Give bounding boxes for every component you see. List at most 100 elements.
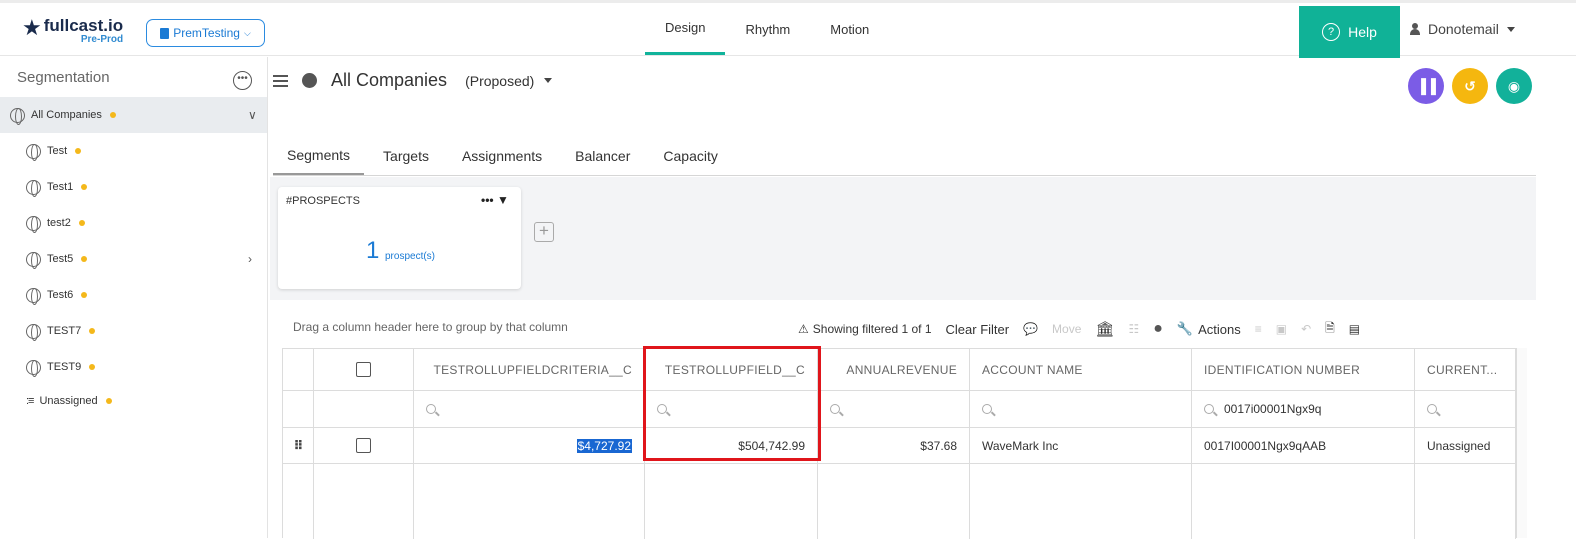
column-filter-input[interactable] [1415, 391, 1516, 427]
select-all-checkbox[interactable] [356, 362, 371, 377]
filter-icon[interactable]: ▼ [497, 193, 509, 207]
add-card-icon[interactable]: + [534, 222, 554, 242]
sidebar-item-unassigned[interactable]: :≡ Unassigned [0, 385, 267, 417]
top-bar: ★ fullcast.io Pre-Prod PremTesting ⌵ Des… [0, 0, 1576, 58]
more-options-icon[interactable]: ••• [233, 71, 252, 90]
columns-icon[interactable]: ▤ [1349, 322, 1360, 336]
sidebar-item-label: Test [47, 145, 68, 157]
chevron-right-icon[interactable]: › [248, 252, 252, 266]
tab-assignments[interactable]: Assignments [448, 137, 556, 175]
sidebar-item-test[interactable]: Test [0, 133, 267, 169]
column-header[interactable]: ANNUALREVENUE [818, 349, 970, 390]
preview-button[interactable]: ◉ [1496, 68, 1532, 104]
sidebar-item-label: test2 [47, 217, 71, 229]
column-header[interactable]: ACCOUNT NAME [970, 349, 1192, 390]
prospects-card[interactable]: #PROSPECTS ••• ▼ 1 prospect(s) [278, 187, 521, 289]
history-button[interactable]: ↺ [1452, 68, 1488, 104]
tab-balancer[interactable]: Balancer [561, 137, 644, 175]
nav-rhythm[interactable]: Rhythm [725, 3, 810, 55]
drag-handle-icon[interactable]: ⠿ [293, 438, 303, 454]
globe-icon [26, 143, 41, 161]
save-icon[interactable]: ▣ [1276, 322, 1287, 336]
search-icon [1427, 404, 1437, 414]
state-dropdown[interactable]: (Proposed) [465, 73, 534, 89]
globe-icon [10, 107, 25, 125]
table-cell[interactable]: $37.68 [818, 428, 970, 463]
column-header[interactable]: TESTROLLUPFIELD__C [645, 349, 818, 390]
sidebar-item-test1[interactable]: Test1 [0, 169, 267, 205]
column-header[interactable]: TESTROLLUPFIELDCRITERIA__C [414, 349, 645, 390]
header-actions: ▐▐ ↺ ◉ [1408, 68, 1532, 104]
nav-design[interactable]: Design [645, 3, 726, 55]
column-header[interactable]: IDENTIFICATION NUMBER [1192, 349, 1415, 390]
hierarchy-icon[interactable]: ☷ [1128, 322, 1139, 336]
user-menu[interactable]: Donotemail [1410, 21, 1515, 37]
status-dot [109, 112, 116, 118]
sidebar-item-test6[interactable]: Test6 [0, 277, 267, 313]
column-filter-input[interactable] [414, 391, 645, 427]
segment-tabs: Segments Targets Assignments Balancer Ca… [273, 137, 1536, 176]
grid-toolbar: ⚠ Showing filtered 1 of 1 Clear Filter 💬… [798, 318, 1374, 340]
tab-targets[interactable]: Targets [369, 137, 443, 175]
logo[interactable]: ★ fullcast.io Pre-Prod [22, 17, 123, 45]
chevron-down-icon: ⌵ [243, 27, 251, 38]
table-cell[interactable]: $4,727.92 [414, 428, 645, 463]
column-header[interactable]: CURRENT... [1415, 349, 1516, 390]
bar-chart-icon: ▐▐ [1416, 78, 1436, 94]
document-icon [160, 27, 170, 39]
page-header: All Companies (Proposed) [273, 70, 553, 91]
sidebar-item-test9[interactable]: TEST9 [0, 349, 267, 385]
more-icon[interactable]: ••• [481, 193, 494, 207]
globe-icon [26, 287, 41, 305]
table-cell[interactable]: WaveMark Inc [970, 428, 1192, 463]
wrench-icon: 🔧 [1176, 321, 1194, 336]
table-cell[interactable]: $504,742.99 [645, 428, 818, 463]
logo-environment: Pre-Prod [80, 34, 124, 45]
prospect-unit: prospect(s) [385, 251, 436, 262]
actions-button[interactable]: 🔧 Actions [1177, 321, 1241, 337]
menu-icon[interactable] [273, 74, 288, 87]
tab-segments[interactable]: Segments [273, 137, 365, 175]
segmentation-sidebar: Segmentation ••• All Companies ∨ Test Te… [0, 57, 268, 538]
card-title: #PROSPECTS [286, 195, 360, 207]
caret-down-icon[interactable] [544, 78, 553, 83]
column-filter-input[interactable]: 0017i00001Ngx9q [1192, 391, 1415, 427]
star-icon: ★ [22, 15, 42, 40]
data-grid: TESTROLLUPFIELDCRITERIA__C TESTROLLUPFIE… [282, 348, 1527, 539]
clear-filter-button[interactable]: Clear Filter [946, 322, 1010, 337]
sidebar-item-label: Test6 [47, 289, 74, 301]
chevron-down-icon[interactable]: ∨ [248, 108, 257, 122]
sidebar-item-label: All Companies [31, 109, 102, 121]
tab-capacity[interactable]: Capacity [649, 137, 731, 175]
group-drop-zone[interactable]: Drag a column header here to group by th… [293, 320, 568, 334]
sort-icon[interactable]: ≡ [1255, 322, 1262, 336]
sidebar-item-test7[interactable]: TEST7 [0, 313, 267, 349]
circle-icon[interactable]: ● [1153, 320, 1163, 338]
sidebar-item-label: TEST7 [47, 325, 82, 337]
row-checkbox[interactable] [356, 438, 371, 453]
move-button[interactable]: Move [1052, 322, 1081, 336]
comment-icon[interactable]: 💬 [1023, 322, 1038, 336]
table-cell[interactable]: Unassigned [1415, 428, 1516, 463]
table-row[interactable]: ⠿ $4,727.92 $504,742.99 $37.68 WaveMark … [283, 428, 1526, 464]
export-icon[interactable]: 🗎 [1325, 319, 1335, 340]
sidebar-item-test5[interactable]: Test5 › [0, 241, 267, 277]
globe-icon [26, 179, 41, 197]
status-dot [81, 256, 88, 262]
vertical-scrollbar[interactable] [1516, 348, 1527, 538]
nav-motion[interactable]: Motion [810, 3, 889, 55]
environment-dropdown[interactable]: PremTesting ⌵ [146, 19, 265, 47]
analytics-button[interactable]: ▐▐ [1408, 68, 1444, 104]
column-filter-input[interactable] [818, 391, 970, 427]
bank-icon[interactable]: 🏛 [1095, 320, 1114, 338]
column-filter-input[interactable] [645, 391, 818, 427]
caret-down-icon [1506, 26, 1515, 32]
page-title: All Companies [331, 70, 448, 90]
undo-icon[interactable]: ↶ [1301, 322, 1311, 336]
sidebar-item-all-companies[interactable]: All Companies ∨ [0, 97, 267, 133]
sidebar-item-test2[interactable]: test2 [0, 205, 267, 241]
table-cell[interactable]: 0017I00001Ngx9qAAB [1192, 428, 1415, 463]
user-icon [1410, 23, 1420, 35]
help-button[interactable]: ? Help [1299, 6, 1400, 58]
column-filter-input[interactable] [970, 391, 1192, 427]
